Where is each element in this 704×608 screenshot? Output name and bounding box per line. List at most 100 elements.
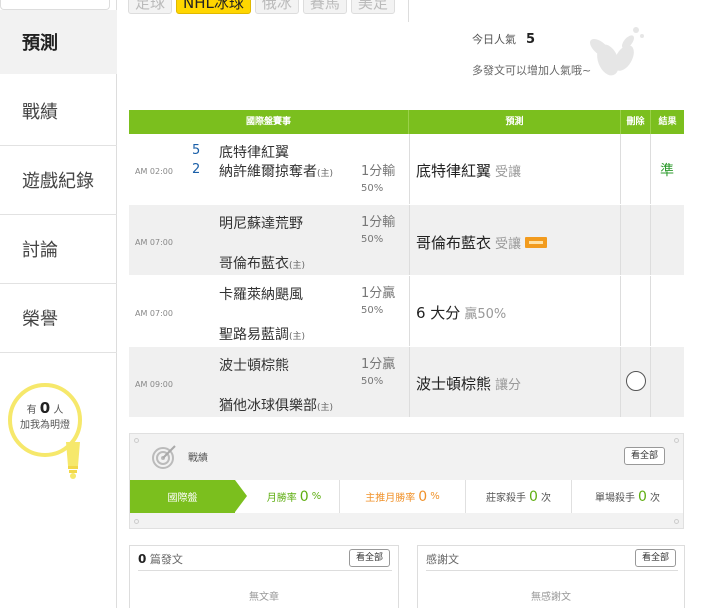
table-header: 國際盤賽事 預測 刪除 結果 <box>129 110 684 134</box>
tab-soccer[interactable]: 足球 <box>128 0 173 14</box>
banker-killer: 莊家殺手 0 次 <box>466 480 572 513</box>
pick-type: 讓分 <box>495 378 522 393</box>
header-prediction: 預測 <box>409 110 621 134</box>
main-value: 0 <box>418 488 428 505</box>
prediction: 哥倫布藍衣 受讓 <box>416 232 548 253</box>
prediction: 波士頓棕熊 讓分 <box>416 373 521 394</box>
fans-unit: 人 <box>53 405 64 416</box>
thanks-empty: 無感謝文 <box>531 592 571 603</box>
tab-horse[interactable]: 賽馬 <box>302 0 347 14</box>
table-row: AM 09:00 波士頓棕熊 猶他冰球俱樂部(主) 1分贏 50% 波士頓棕熊 讓分 <box>129 347 684 418</box>
line-text: 1分輸 <box>361 215 396 230</box>
stats-tab-intl[interactable]: 國際盤 <box>130 480 247 513</box>
posts-view-all-button[interactable]: 看全部 <box>348 549 390 567</box>
team-b[interactable]: 納許維爾掠奪者(主) <box>219 161 333 181</box>
posts-count: 0 <box>138 552 147 566</box>
team-b[interactable]: 哥倫布藍衣(主) <box>219 253 305 273</box>
sidebar: 預測 戰績 遊戲紀錄 討論 榮譽 有 0 人 加我為明燈 <box>0 0 117 608</box>
match-time: AM 02:00 <box>135 167 173 176</box>
table-row: AM 02:00 5 2 底特律紅翼 納許維爾掠奪者(主) 1分輸 50% 底特律… <box>129 134 684 205</box>
pick-name: 底特律紅翼 <box>416 162 492 180</box>
prediction: 底特律紅翼 受讓 <box>416 160 521 181</box>
monthly-value: 0 <box>299 488 309 505</box>
handicap-line: 1分輸 50% <box>361 215 395 248</box>
pick-name: 6 大分 <box>416 304 461 322</box>
team-a[interactable]: 底特律紅翼 <box>219 142 289 162</box>
team-b[interactable]: 聖路易藍調(主) <box>219 324 305 344</box>
lightbulb-icon <box>66 442 80 479</box>
table-row: AM 07:00 明尼蘇達荒野 哥倫布藍衣(主) 1分輸 50% 哥倫布藍衣 受讓 <box>129 205 684 276</box>
sidebar-item-record[interactable]: 戰績 <box>0 77 117 146</box>
sport-tabs: 足球 NHL冰球 俄冰 賽馬 美足 <box>128 0 395 14</box>
popularity-label: 今日人氣 <box>472 33 516 46</box>
home-mark: (主) <box>317 403 334 413</box>
monthly-rate: 月勝率 0% <box>235 480 340 513</box>
match-time: AM 07:00 <box>135 238 173 247</box>
team-b-name: 聖路易藍調 <box>219 327 289 343</box>
banker-label: 莊家殺手 <box>486 493 527 504</box>
line-pct: 50% <box>361 234 384 245</box>
stats-panel: 戰績 看全部 國際盤 月勝率 0% 主推月勝率 0% 莊家殺手 0 次 單場殺手 0 次 <box>129 433 684 529</box>
banker-value: 0 <box>529 488 538 505</box>
home-mark: (主) <box>289 332 306 342</box>
prediction-table: 國際盤賽事 預測 刪除 結果 AM 02:00 5 2 底特律紅翼 納許維爾掠奪… <box>129 110 684 418</box>
single-value: 0 <box>638 488 647 505</box>
sidebar-top-edge <box>0 0 110 10</box>
tabs-divider <box>408 0 409 22</box>
home-mark: (主) <box>289 261 306 271</box>
times-unit: 次 <box>540 493 551 504</box>
score-away: 2 <box>192 162 201 177</box>
pick-type: 受讓 <box>495 237 522 252</box>
line-text: 1分贏 <box>361 357 396 372</box>
team-a[interactable]: 卡羅萊納颶風 <box>219 284 303 304</box>
popularity-value: 5 <box>526 32 536 47</box>
stats-bar: 國際盤 月勝率 0% 主推月勝率 0% 莊家殺手 0 次 單場殺手 0 次 <box>130 480 683 513</box>
pick-name: 哥倫布藍衣 <box>416 234 492 252</box>
line-pct: 50% <box>361 376 384 387</box>
posts-panel: 0 篇發文 看全部 無文章 <box>129 545 399 608</box>
line-text: 1分輸 <box>361 164 396 179</box>
team-b-name: 哥倫布藍衣 <box>219 256 289 272</box>
match-time: AM 07:00 <box>135 309 173 318</box>
tab-nhl[interactable]: NHL冰球 <box>176 0 251 14</box>
handicap-line: 1分贏 50% <box>361 286 395 319</box>
fans-prefix: 有 <box>26 405 37 416</box>
flower-decoration-icon <box>590 27 644 76</box>
line-text: 1分贏 <box>361 286 396 301</box>
sidebar-item-honor[interactable]: 榮譽 <box>0 284 117 353</box>
main-pick-badge <box>525 237 548 248</box>
team-a[interactable]: 波士頓棕熊 <box>219 355 289 375</box>
popularity: 今日人氣 5 <box>472 31 535 47</box>
posts-label: 篇發文 <box>149 553 183 566</box>
target-icon <box>152 445 176 469</box>
tab-khl[interactable]: 俄冰 <box>254 0 299 14</box>
team-b[interactable]: 猶他冰球俱樂部(主) <box>219 395 333 415</box>
header-delete: 刪除 <box>621 110 651 134</box>
thanks-panel: 感謝文 看全部 無感謝文 <box>417 545 685 608</box>
pick-type: 受讓 <box>495 165 522 180</box>
stats-title: 戰績 <box>188 453 208 464</box>
stats-view-all-button[interactable]: 看全部 <box>623 447 665 465</box>
team-a[interactable]: 明尼蘇達荒野 <box>219 213 303 233</box>
header-result: 結果 <box>658 117 677 127</box>
team-b-name: 納許維爾掠奪者 <box>219 164 317 180</box>
pick-type: 贏50% <box>464 307 507 322</box>
line-pct: 50% <box>361 305 384 316</box>
main-monthly-rate: 主推月勝率 0% <box>340 480 466 513</box>
match-time: AM 09:00 <box>135 380 173 389</box>
handicap-line: 1分贏 50% <box>361 357 395 390</box>
prediction: 6 大分 贏50% <box>416 302 506 323</box>
sidebar-item-history[interactable]: 遊戲紀錄 <box>0 146 117 215</box>
single-killer: 單場殺手 0 次 <box>572 480 683 513</box>
sidebar-item-discussion[interactable]: 討論 <box>0 215 117 284</box>
sidebar-item-predict[interactable]: 預測 <box>0 10 117 74</box>
delete-radio[interactable] <box>626 371 646 391</box>
score-home: 5 <box>192 143 201 158</box>
home-mark: (主) <box>317 169 334 179</box>
pct-sign: % <box>311 491 322 502</box>
fans-text: 加我為明燈 <box>20 420 70 431</box>
tab-nfl[interactable]: 美足 <box>350 0 395 14</box>
team-b-name: 猶他冰球俱樂部 <box>219 398 317 414</box>
thanks-view-all-button[interactable]: 看全部 <box>634 549 676 567</box>
result-mark: 準 <box>660 163 674 179</box>
